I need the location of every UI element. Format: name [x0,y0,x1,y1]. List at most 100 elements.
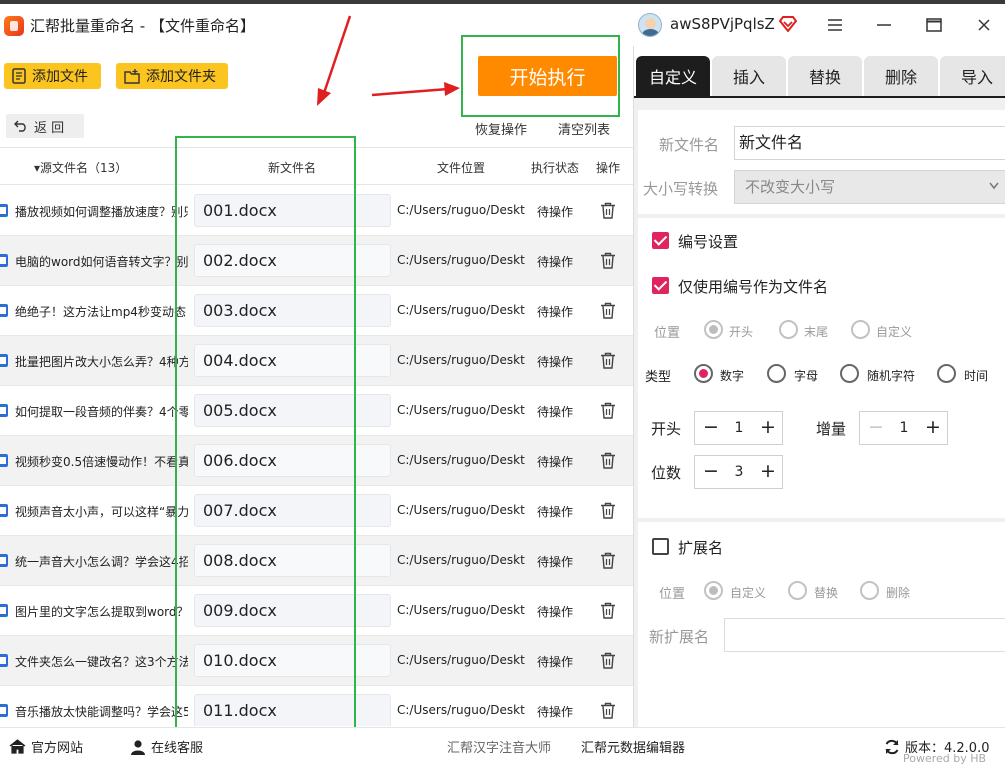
type-random-radio[interactable] [840,364,859,383]
new-filename-input[interactable]: 009.docx [194,594,391,627]
start-plus-button[interactable]: + [754,412,782,444]
new-filename-input[interactable]: 003.docx [194,294,391,327]
new-filename-input[interactable]: 004.docx [194,344,391,377]
start-minus-button[interactable]: − [697,412,725,444]
new-filename-input[interactable]: 011.docx [194,694,391,726]
trash-icon[interactable] [600,702,616,719]
menu-icon[interactable] [823,14,847,36]
table-row[interactable]: 绝绝子！这方法让mp4秒变动态 003.docx C:/Users/ruguo/De… [0,286,633,336]
increment-minus-button[interactable]: − [862,412,890,444]
digits-value[interactable]: 3 [725,456,753,488]
new-filename-input[interactable]: 006.docx [194,444,391,477]
file-location: C:/Users/ruguo/Desktop [397,403,525,417]
start-value[interactable]: 1 [725,412,753,444]
trash-icon[interactable] [600,652,616,669]
table-row[interactable]: 播放视频如何调整播放速度？别只 001.docx C:/Users/ruguo/De… [0,186,633,236]
file-list-icon [12,68,26,84]
header-new-name: 新文件名 [268,161,317,175]
header-source-name[interactable]: ▾源文件名（13） [34,159,127,176]
table-header: ▾源文件名（13） 新文件名 文件位置 执行状态 操作 [0,147,633,185]
only-number-checkbox[interactable] [652,277,669,294]
clear-list-button[interactable]: 清空列表 [558,119,610,138]
source-filename: 音乐播放太快能调整吗？学会这5 [15,705,188,719]
trash-icon[interactable] [600,252,616,269]
app-link-pinyin[interactable]: 汇帮汉字注音大师 [447,737,551,756]
new-filename-input[interactable]: 005.docx [194,394,391,427]
new-filename-input[interactable]: 008.docx [194,544,391,577]
restore-button[interactable]: 恢复操作 [475,119,527,138]
table-row[interactable]: 音乐播放太快能调整吗？学会这5 011.docx C:/Users/ruguo/De… [0,686,633,726]
table-row[interactable]: 如何提取一段音频的伴奏？4个零 005.docx C:/Users/ruguo/De… [0,386,633,436]
table-row[interactable]: 图片里的文字怎么提取到word？ 009.docx C:/Users/ruguo/D… [0,586,633,636]
close-icon[interactable] [972,14,996,36]
ext-custom-radio[interactable] [704,581,723,600]
new-filename-input[interactable]: 010.docx [194,644,391,677]
trash-icon[interactable] [600,502,616,519]
app-link-metadata[interactable]: 汇帮元数据编辑器 [581,737,685,756]
position-start-radio[interactable] [704,320,723,339]
vip-diamond-icon[interactable] [779,16,797,32]
table-row[interactable]: 电脑的word如何语音转文字？别 002.docx C:/Users/ruguo/D… [0,236,633,286]
trash-icon[interactable] [600,202,616,219]
trash-icon[interactable] [600,552,616,569]
ext-replace-radio[interactable] [788,581,807,600]
ext-delete-radio[interactable] [860,581,879,600]
table-row[interactable]: 批量把图片改大小怎么弄？4种方 004.docx C:/Users/ruguo/De… [0,336,633,386]
digits-plus-button[interactable]: + [754,456,782,488]
numbering-checkbox[interactable] [652,232,669,249]
tab-insert[interactable]: 插入 [712,56,786,96]
digits-minus-button[interactable]: − [697,456,725,488]
type-number-radio[interactable] [694,364,713,383]
start-button[interactable]: 开始执行 [478,56,617,96]
refresh-icon [885,739,899,754]
type-letter-radio[interactable] [767,364,786,383]
header-status: 执行状态 [531,161,580,175]
increment-value[interactable]: 1 [890,412,918,444]
position-label: 位置 [654,326,681,341]
table-row[interactable]: 文件夹怎么一键改名？这3个方法 010.docx C:/Users/ruguo/De… [0,636,633,686]
maximize-icon[interactable] [922,14,946,36]
tab-replace[interactable]: 替换 [788,56,862,96]
username[interactable]: awS8PVjPqlsZ [670,15,775,33]
customer-service-icon [131,739,145,755]
case-convert-select[interactable]: 不改变大小写 [734,170,1005,204]
support-link[interactable]: 在线客服 [130,737,203,756]
table-row[interactable]: 视频声音太小声，可以这样“暴力 007.docx C:/Users/ruguo/De… [0,486,633,536]
new-name-input[interactable]: 新文件名 [734,126,1005,160]
position-end-radio[interactable] [779,320,798,339]
website-link[interactable]: 官方网站 [9,737,83,756]
trash-icon[interactable] [600,302,616,319]
add-folder-button[interactable]: 添加文件夹 [116,63,228,89]
status-badge: 待操作 [537,505,574,519]
table-row[interactable]: 统一声音大小怎么调？学会这4招 008.docx C:/Users/ruguo/De… [0,536,633,586]
minimize-icon[interactable] [872,14,896,36]
trash-icon[interactable] [600,452,616,469]
numbering-section: 编号设置 仅使用编号作为文件名 位置 开头 末尾 自定义 类型 数字 字母 随机… [638,218,1005,518]
back-button[interactable]: 返 回 [6,114,84,138]
trash-icon[interactable] [600,402,616,419]
new-ext-input[interactable] [724,618,1005,652]
word-file-icon [0,604,8,617]
avatar[interactable] [638,13,662,37]
position-custom-radio[interactable] [851,320,870,339]
new-filename-input[interactable]: 007.docx [194,494,391,527]
tab-custom[interactable]: 自定义 [636,56,710,96]
extension-checkbox[interactable] [652,538,669,555]
type-time-radio[interactable] [937,364,956,383]
file-location: C:/Users/ruguo/Desktop [397,253,525,267]
table-row[interactable]: 视频秒变0.5倍速慢动作！不看真 006.docx C:/Users/ruguo/D… [0,436,633,486]
add-file-button[interactable]: 添加文件 [4,63,101,89]
increment-plus-button[interactable]: + [919,412,947,444]
new-filename-input[interactable]: 001.docx [194,194,391,227]
new-filename-input[interactable]: 002.docx [194,244,391,277]
source-filename: 批量把图片改大小怎么弄？4种方 [15,355,188,369]
ext-position-label: 位置 [659,587,686,602]
add-file-label: 添加文件 [32,69,88,85]
trash-icon[interactable] [600,352,616,369]
tab-import[interactable]: 导入 [940,56,1005,96]
trash-icon[interactable] [600,602,616,619]
source-filename: 绝绝子！这方法让mp4秒变动态 [15,305,186,319]
numbering-label: 编号设置 [678,233,739,251]
window-title: 汇帮批量重命名 - 【文件重命名】 [30,17,255,35]
tab-delete[interactable]: 删除 [864,56,938,96]
